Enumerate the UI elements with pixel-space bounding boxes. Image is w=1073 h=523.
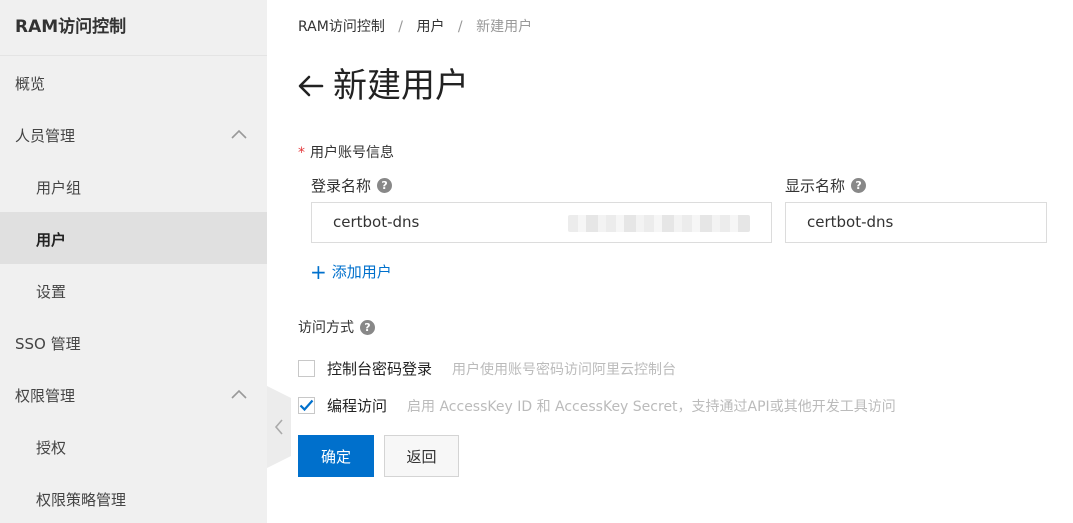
page-title: 新建用户 xyxy=(333,66,469,106)
sidebar-item-overview[interactable]: 概览 xyxy=(0,56,267,108)
sidebar-item-authorization[interactable]: 授权 xyxy=(0,420,267,472)
console-login-description: 用户使用账号密码访问阿里云控制台 xyxy=(452,361,677,378)
login-name-input[interactable]: certbot-dns xyxy=(311,202,772,243)
display-name-label-text: 显示名称 xyxy=(785,177,846,195)
breadcrumb-item-current: 新建用户 xyxy=(476,19,533,35)
account-section-label: * 用户账号信息 xyxy=(298,142,394,162)
add-user-label: 添加用户 xyxy=(331,263,392,281)
redacted-suffix xyxy=(568,215,750,232)
sidebar-item-label: 用户 xyxy=(36,231,67,249)
add-user-button[interactable]: + 添加用户 xyxy=(310,261,392,282)
question-circle-icon[interactable]: ? xyxy=(377,178,393,193)
plus-icon: + xyxy=(310,259,327,284)
back-button[interactable]: 返回 xyxy=(384,435,459,477)
sidebar-item-label: 用户组 xyxy=(36,179,82,197)
sidebar-item-users[interactable]: 用户 xyxy=(0,212,267,264)
sidebar-item-label: SSO 管理 xyxy=(15,335,81,353)
access-section-label: 访问方式 ? xyxy=(298,317,375,337)
display-name-input[interactable]: certbot-dns xyxy=(785,202,1047,243)
required-marker: * xyxy=(298,145,305,161)
access-section-text: 访问方式 xyxy=(298,320,354,336)
breadcrumb-separator: / xyxy=(398,19,403,35)
display-name-label: 显示名称 ? xyxy=(785,175,867,196)
display-name-value: certbot-dns xyxy=(807,213,894,231)
sidebar-item-label: 权限策略管理 xyxy=(36,491,127,509)
question-circle-icon[interactable]: ? xyxy=(851,178,867,193)
breadcrumb-item-ram[interactable]: RAM访问控制 xyxy=(298,19,385,35)
main-content: RAM访问控制 / 用户 / 新建用户 新建用户 * 用户账号信息 登录名称 ? … xyxy=(298,0,1073,523)
programmatic-access-description: 启用 AccessKey ID 和 AccessKey Secret，支持通过A… xyxy=(407,398,896,415)
console-login-label[interactable]: 控制台密码登录 xyxy=(327,358,432,379)
sidebar-item-label: 设置 xyxy=(36,283,67,301)
checkmark-icon xyxy=(299,399,314,412)
programmatic-access-label[interactable]: 编程访问 xyxy=(327,395,387,416)
breadcrumb: RAM访问控制 / 用户 / 新建用户 xyxy=(298,16,532,36)
login-name-label-text: 登录名称 xyxy=(311,177,372,195)
sidebar-item-user-groups[interactable]: 用户组 xyxy=(0,160,267,212)
sidebar: RAM访问控制 概览 人员管理 用户组 用户 设置 SSO 管理 权限管理 授权… xyxy=(0,0,267,523)
option-console-login: 控制台密码登录 用户使用账号密码访问阿里云控制台 xyxy=(298,358,676,379)
programmatic-access-checkbox[interactable] xyxy=(298,397,315,414)
chevron-up-icon[interactable] xyxy=(231,108,247,160)
chevron-up-icon[interactable] xyxy=(231,368,247,420)
option-programmatic-access: 编程访问 启用 AccessKey ID 和 AccessKey Secret，… xyxy=(298,395,896,416)
sidebar-title: RAM访问控制 xyxy=(0,0,267,56)
breadcrumb-separator: / xyxy=(457,19,463,35)
confirm-button[interactable]: 确定 xyxy=(298,435,374,477)
arrow-left-icon[interactable] xyxy=(298,73,324,99)
console-login-checkbox[interactable] xyxy=(298,360,315,377)
breadcrumb-item-users[interactable]: 用户 xyxy=(416,19,444,35)
question-circle-icon[interactable]: ? xyxy=(360,319,375,335)
page-header: 新建用户 xyxy=(298,62,469,110)
sidebar-item-sso[interactable]: SSO 管理 xyxy=(0,316,267,368)
sidebar-item-label: 概览 xyxy=(15,75,46,93)
app-root: RAM访问控制 概览 人员管理 用户组 用户 设置 SSO 管理 权限管理 授权… xyxy=(0,0,1073,523)
login-name-value: certbot-dns xyxy=(333,213,420,231)
sidebar-item-policies[interactable]: 权限策略管理 xyxy=(0,472,267,523)
account-section-text: 用户账号信息 xyxy=(310,145,394,161)
login-name-label: 登录名称 ? xyxy=(311,175,393,196)
sidebar-item-label: 权限管理 xyxy=(15,387,76,405)
sidebar-item-label: 授权 xyxy=(36,439,67,457)
sidebar-item-label: 人员管理 xyxy=(15,127,76,145)
sidebar-item-settings[interactable]: 设置 xyxy=(0,264,267,316)
sidebar-collapse-handle[interactable] xyxy=(267,386,291,468)
sidebar-item-people-management[interactable]: 人员管理 xyxy=(0,108,267,160)
sidebar-item-permission-management[interactable]: 权限管理 xyxy=(0,368,267,420)
